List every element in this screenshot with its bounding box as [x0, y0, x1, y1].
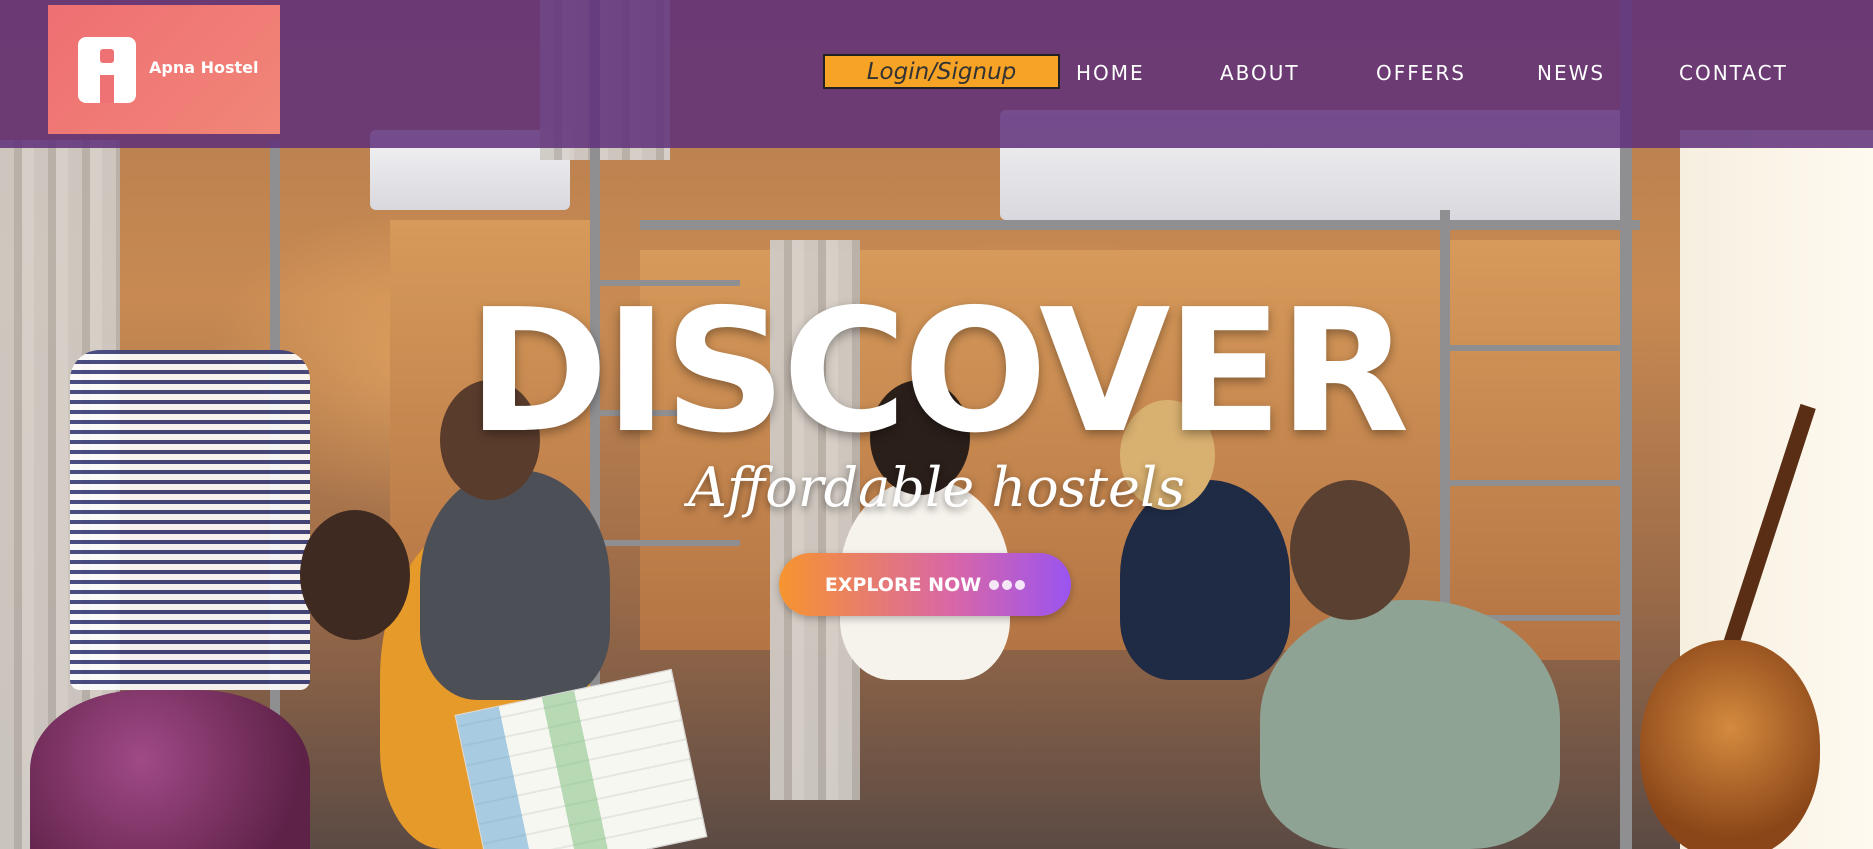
brand-name: Apna Hostel	[149, 58, 259, 77]
letter-a-icon	[78, 37, 136, 103]
explore-now-label: EXPLORE NOW	[824, 573, 982, 596]
logo-mark-detail	[100, 75, 114, 103]
nav-offers[interactable]: OFFERS	[1376, 61, 1466, 85]
bunk-rail	[640, 220, 1640, 230]
nav-home[interactable]: HOME	[1076, 61, 1145, 85]
person-head	[300, 510, 410, 640]
backpack	[30, 690, 310, 849]
nav-about[interactable]: ABOUT	[1220, 61, 1300, 85]
person-foreground-man	[1260, 600, 1560, 849]
explore-now-button[interactable]: EXPLORE NOW	[779, 553, 1071, 616]
site-header: Apna Hostel Login/Signup HOME ABOUT OFFE…	[0, 0, 1873, 148]
logo-mark-detail	[100, 49, 114, 63]
dot	[1002, 579, 1013, 590]
hero-title: DISCOVER	[467, 273, 1409, 471]
brand-logo[interactable]: Apna Hostel	[48, 5, 280, 134]
ladder-rung	[590, 540, 740, 546]
dot	[1015, 579, 1026, 590]
login-signup-button[interactable]: Login/Signup	[823, 54, 1060, 89]
nav-contact[interactable]: CONTACT	[1679, 61, 1788, 85]
nav-news[interactable]: NEWS	[1537, 61, 1605, 85]
dots-icon	[989, 579, 1026, 590]
guitar	[1640, 640, 1820, 849]
hero-subtitle: Affordable hostels	[688, 456, 1185, 519]
dot	[989, 579, 1000, 590]
